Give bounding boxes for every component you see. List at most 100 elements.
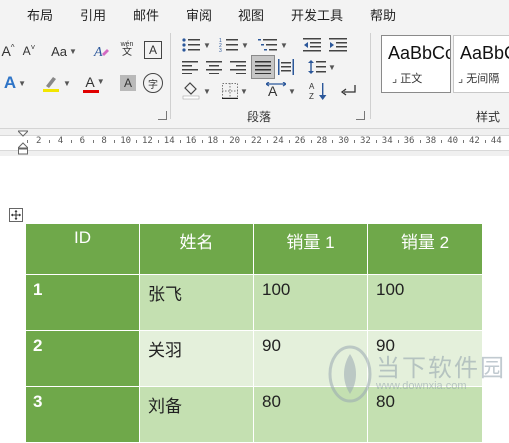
text-effects-button[interactable]: A ▼: [0, 73, 30, 93]
justify-button[interactable]: [251, 55, 275, 79]
decrease-indent-icon: [303, 38, 321, 52]
table-header-row: ID 姓名 销量 1 销量 2: [25, 223, 483, 275]
menu-help[interactable]: 帮助: [370, 5, 396, 24]
menu-mailings[interactable]: 邮件: [133, 5, 159, 24]
ruler-tick: [114, 140, 116, 143]
menu-layout[interactable]: 布局: [27, 5, 53, 24]
shrink-font-button[interactable]: A ˅: [20, 41, 38, 61]
change-case-button[interactable]: Aa ▼: [50, 41, 78, 61]
increase-indent-icon: [329, 38, 347, 52]
ruler-tick: [223, 140, 225, 143]
chinese-layout-button[interactable]: A ▼: [264, 81, 298, 101]
watermark-url: www.downxia.com: [376, 380, 467, 392]
ruler-number: 44: [490, 136, 502, 146]
style-sample: AaBbCc: [388, 43, 451, 63]
ruler-number: 14: [163, 136, 175, 146]
header-sales-2[interactable]: 销量 2: [367, 223, 483, 275]
bullets-icon: [182, 38, 201, 52]
ruler-tick: [201, 140, 203, 143]
ruler-number: 12: [142, 136, 153, 146]
align-center-icon: [206, 61, 222, 74]
align-left-button[interactable]: [180, 57, 200, 77]
ruler-number: 34: [381, 136, 393, 146]
svg-text:3: 3: [219, 48, 222, 53]
header-name[interactable]: 姓名: [139, 223, 254, 275]
ruler-tick: [354, 140, 356, 143]
multilevel-list-button[interactable]: ▼: [257, 35, 289, 55]
line-spacing-button[interactable]: ▼: [306, 57, 338, 77]
font-dialog-launcher[interactable]: [158, 111, 167, 120]
move-arrows-icon: [11, 210, 21, 220]
ruler-number: 10: [120, 136, 132, 146]
cell-sales-1[interactable]: 100: [253, 274, 368, 331]
ruler-tick: [419, 140, 421, 143]
align-right-button[interactable]: [228, 57, 248, 77]
style-no-spacing[interactable]: AaBbCc ⌟ 无间隔: [453, 35, 509, 93]
ruler-number: 8: [101, 136, 107, 146]
align-center-button[interactable]: [204, 57, 224, 77]
svg-text:A: A: [309, 82, 315, 91]
ruler-number: 18: [207, 136, 219, 146]
line-spacing-icon: [308, 60, 327, 74]
paragraph-dialog-launcher[interactable]: [356, 111, 365, 120]
grow-font-button[interactable]: A ^: [0, 41, 16, 61]
sort-icon: A Z: [309, 82, 327, 101]
ruler-number: 30: [338, 136, 350, 146]
ruler-tick: [375, 140, 377, 143]
ruler-tick: [310, 140, 312, 143]
font-color-button[interactable]: A ▼: [80, 73, 110, 93]
ruler-number: 6: [79, 136, 86, 146]
paint-bucket-icon: [182, 82, 200, 100]
menu-references[interactable]: 引用: [80, 5, 106, 24]
numbering-button[interactable]: 1 2 3 ▼: [218, 35, 250, 55]
cell-id[interactable]: 1: [25, 274, 140, 331]
align-right-icon: [230, 61, 246, 74]
style-normal[interactable]: AaBbCc ⌟ 正文: [381, 35, 451, 93]
group-separator: [370, 33, 371, 119]
cell-id[interactable]: 2: [25, 330, 140, 387]
numbering-icon: 1 2 3: [219, 38, 239, 53]
ruler-tick: [441, 140, 443, 143]
highlight-color-button[interactable]: ▼: [40, 73, 72, 93]
decrease-indent-button[interactable]: [302, 35, 322, 55]
borders-icon: [222, 83, 239, 99]
cell-name[interactable]: 关羽: [139, 330, 254, 387]
header-sales-1[interactable]: 销量 1: [253, 223, 368, 275]
enclose-characters-button[interactable]: 字: [143, 73, 163, 93]
show-formatting-marks-button[interactable]: [338, 81, 360, 101]
ruler-tick: [48, 140, 50, 143]
ruler-number: 38: [425, 136, 437, 146]
paragraph-shading-button[interactable]: ▼: [180, 81, 212, 101]
increase-indent-button[interactable]: [328, 35, 348, 55]
ruler-tick: [157, 140, 159, 143]
menu-view[interactable]: 视图: [238, 5, 264, 24]
ruler-number: 16: [185, 136, 197, 146]
header-id[interactable]: ID: [25, 223, 140, 275]
show-paragraph-marks-icon: [340, 85, 356, 96]
ruler-number: 28: [316, 136, 328, 146]
ruler-number: 42: [469, 136, 480, 146]
cell-name[interactable]: 张飞: [139, 274, 254, 331]
align-left-icon: [182, 61, 198, 74]
menu-developer[interactable]: 开发工具: [291, 5, 343, 24]
ruler-number: 20: [229, 136, 241, 146]
clear-formatting-button[interactable]: A: [92, 41, 110, 61]
ruler-tick: [27, 140, 29, 143]
phonetic-guide-button[interactable]: wén 文: [118, 39, 136, 59]
ruler-tick: [179, 140, 181, 143]
distributed-button[interactable]: [276, 57, 296, 77]
multilevel-list-icon: [258, 39, 278, 51]
ruler-tick: [92, 140, 94, 143]
table-move-handle[interactable]: [9, 208, 23, 222]
bullets-button[interactable]: ▼: [180, 35, 212, 55]
cell-sales-2[interactable]: 100: [367, 274, 483, 331]
character-border-button[interactable]: A: [144, 41, 162, 59]
menu-review[interactable]: 审阅: [186, 5, 212, 24]
borders-button[interactable]: ▼: [218, 81, 252, 101]
sort-button[interactable]: A Z: [308, 81, 330, 101]
horizontal-ruler[interactable]: 2 4 6 8 10 12 14 16 18 20 22 24 26 28 30 32 34 36 38 40 42 44: [0, 129, 509, 156]
ruler-tick: [245, 140, 247, 143]
ruler-tick: [266, 140, 268, 143]
table-row: 1 张飞 100 100: [25, 274, 483, 331]
character-shading-button[interactable]: A: [120, 75, 136, 91]
